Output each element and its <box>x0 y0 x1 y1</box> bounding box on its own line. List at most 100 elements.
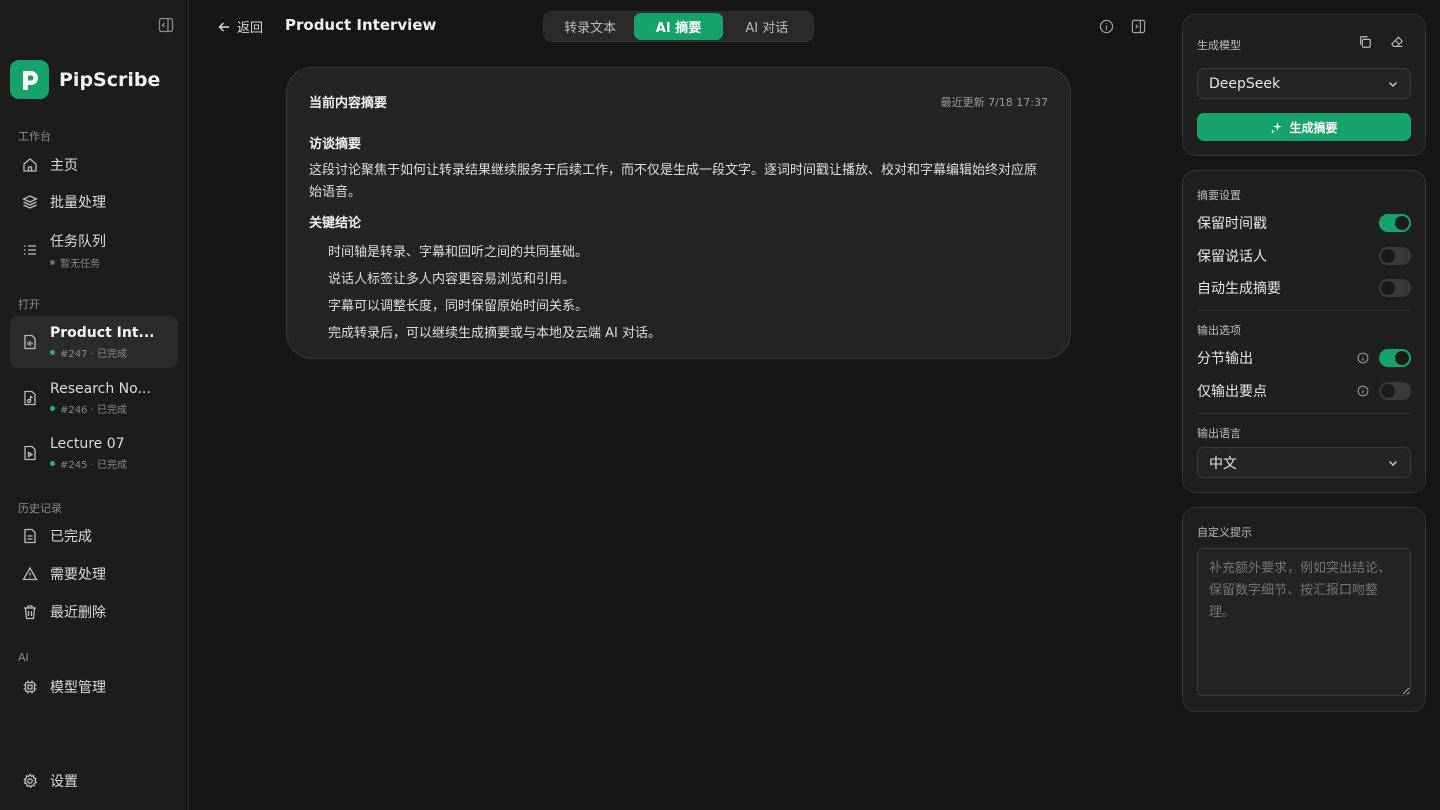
item-status: #246 · 已完成 <box>50 401 151 416</box>
summary-updated-time: 最近更新 7/18 17:37 <box>940 95 1048 109</box>
tab-ai-summary[interactable]: AI 摘要 <box>634 13 723 40</box>
list-icon <box>24 245 36 255</box>
custom-prompt-panel: 自定义提示 <box>1182 507 1426 712</box>
sidebar-item-settings[interactable]: 设置 <box>10 763 178 799</box>
home-icon <box>23 158 37 172</box>
item-status: #247 · 已完成 <box>50 345 154 360</box>
custom-prompt-input[interactable] <box>1197 548 1411 696</box>
item-status-text: #246 · 已完成 <box>60 404 128 416</box>
gear-icon <box>23 773 38 789</box>
setting-section-output: 分节输出 <box>1197 347 1411 369</box>
pipscribe-logo-icon <box>10 60 49 99</box>
sidebar-item-label: 设置 <box>50 774 78 790</box>
audio-doc-icon <box>24 390 36 406</box>
generate-summary-label: 生成摘要 <box>1289 120 1338 135</box>
custom-prompt-label: 自定义提示 <box>1197 526 1252 539</box>
setting-label: 分节输出 <box>1197 351 1253 367</box>
sidebar-item-label: Lecture 07 <box>50 435 125 452</box>
tab-ai-chat[interactable]: AI 对话 <box>723 13 811 40</box>
back-button[interactable]: 返回 <box>217 17 263 36</box>
key-conclusions-heading: 关键结论 <box>309 216 362 231</box>
info-icon[interactable] <box>1357 352 1369 364</box>
sidebar-item-batch[interactable]: 批量处理 <box>10 184 178 220</box>
sidebar-item-home[interactable]: 主页 <box>10 147 178 183</box>
sidebar: PipScribe 工作台 主页 批量处理 任务队列 暂无任务 打开 Produ… <box>0 0 189 810</box>
chevron-down-icon <box>1389 81 1397 87</box>
setting-auto-summary: 自动生成摘要 <box>1197 277 1411 299</box>
summary-heading: 访谈摘要 <box>309 137 362 152</box>
copy-icon[interactable] <box>1358 35 1372 49</box>
queue-status-text: 暂无任务 <box>60 258 100 270</box>
list-item: 说话人标签让多人内容更容易浏览和引用。 <box>328 272 576 287</box>
sidebar-item-needs-action[interactable]: 需要处理 <box>10 556 178 592</box>
language-select-value: 中文 <box>1209 455 1237 472</box>
view-tabs: 转录文本 AI 摘要 AI 对话 <box>543 11 814 42</box>
sidebar-item-label: Research No... <box>50 380 151 397</box>
brand-name: PipScribe <box>59 68 161 91</box>
doc-icon <box>24 528 36 544</box>
auto-summary-toggle[interactable] <box>1379 279 1411 297</box>
generate-summary-button[interactable]: 生成摘要 <box>1197 113 1411 141</box>
setting-keep-timestamps: 保留时间戳 <box>1197 212 1411 234</box>
section-label-history: 历史记录 <box>18 502 62 515</box>
sidebar-item-recently-deleted[interactable]: 最近删除 <box>10 594 178 630</box>
queue-status: 暂无任务 <box>50 255 106 270</box>
divider <box>1197 413 1411 414</box>
setting-label: 自动生成摘要 <box>1197 281 1281 297</box>
sidebar-item-lecture-07[interactable]: Lecture 07 #245 · 已完成 <box>10 427 178 479</box>
keep-timestamps-toggle[interactable] <box>1379 214 1411 232</box>
sidebar-item-label: 需要处理 <box>50 567 106 583</box>
page-title: Product Interview <box>285 16 437 34</box>
model-select[interactable]: DeepSeek <box>1197 68 1411 99</box>
sidebar-item-completed[interactable]: 已完成 <box>10 518 178 554</box>
setting-label: 保留说话人 <box>1197 249 1267 265</box>
model-label: 生成模型 <box>1197 39 1241 52</box>
back-label: 返回 <box>237 21 264 36</box>
divider <box>1197 310 1411 311</box>
brand: PipScribe <box>10 60 160 99</box>
panel-toggle-icon[interactable] <box>1131 19 1146 34</box>
warning-icon <box>22 566 38 581</box>
arrow-left-icon <box>218 22 229 31</box>
section-label-workspace: 工作台 <box>18 130 51 143</box>
list-item: 时间轴是转录、字幕和回听之间的共同基础。 <box>328 245 589 260</box>
model-panel: 生成模型 DeepSeek 生成摘要 <box>1182 14 1426 156</box>
sidebar-item-label: 已完成 <box>50 529 92 545</box>
sidebar-collapse-icon[interactable] <box>158 17 174 33</box>
tab-transcript[interactable]: 转录文本 <box>546 13 634 40</box>
section-label-ai: AI <box>18 651 29 664</box>
output-language-select[interactable]: 中文 <box>1197 447 1411 478</box>
summary-card: 当前内容摘要 最近更新 7/18 17:37 访谈摘要 这段讨论聚焦于如何让转录… <box>286 67 1071 359</box>
status-dot-icon <box>50 460 55 466</box>
chevron-down-icon <box>1389 460 1397 466</box>
points-only-toggle[interactable] <box>1379 382 1411 400</box>
info-icon[interactable] <box>1357 385 1369 397</box>
summary-paragraph: 这段讨论聚焦于如何让转录结果继续服务于后续工作，而不仅是生成一段文字。逐词时间戳… <box>309 163 1038 200</box>
keep-speakers-toggle[interactable] <box>1379 247 1411 265</box>
sidebar-item-label: 批量处理 <box>50 195 106 211</box>
sidebar-item-model-management[interactable]: 模型管理 <box>10 669 178 705</box>
chip-icon <box>23 680 37 694</box>
model-select-value: DeepSeek <box>1209 75 1281 92</box>
list-item: 字幕可以调整长度，同时保留原始时间关系。 <box>328 299 589 314</box>
sidebar-item-label: 任务队列 <box>50 233 106 250</box>
status-dot-icon <box>50 349 55 355</box>
summary-settings-panel: 摘要设置 保留时间戳 保留说话人 自动生成摘要 输出选项 分节输出 仅输出要点 … <box>1182 170 1426 493</box>
summary-card-title: 当前内容摘要 <box>309 96 388 111</box>
sidebar-item-product-interview[interactable]: Product Int... #247 · 已完成 <box>10 316 178 368</box>
info-icon[interactable] <box>1099 19 1114 34</box>
sidebar-item-label: 最近删除 <box>50 605 106 621</box>
output-language-label: 输出语言 <box>1197 427 1241 440</box>
sidebar-item-research-notes[interactable]: Research No... #246 · 已完成 <box>10 372 178 424</box>
section-output-toggle[interactable] <box>1379 349 1411 367</box>
eraser-icon[interactable] <box>1390 35 1404 49</box>
item-status: #245 · 已完成 <box>50 456 127 471</box>
item-status-text: #247 · 已完成 <box>60 348 128 360</box>
output-options-label: 输出选项 <box>1197 324 1241 337</box>
setting-keep-speakers: 保留说话人 <box>1197 245 1411 267</box>
sidebar-item-label: 主页 <box>50 158 78 174</box>
key-conclusions-list: 时间轴是转录、字幕和回听之间的共同基础。 说话人标签让多人内容更容易浏览和引用。… <box>309 239 1048 347</box>
status-dot-icon <box>50 259 55 265</box>
sidebar-item-queue[interactable]: 任务队列 暂无任务 <box>10 224 178 276</box>
summary-settings-label: 摘要设置 <box>1197 189 1241 202</box>
